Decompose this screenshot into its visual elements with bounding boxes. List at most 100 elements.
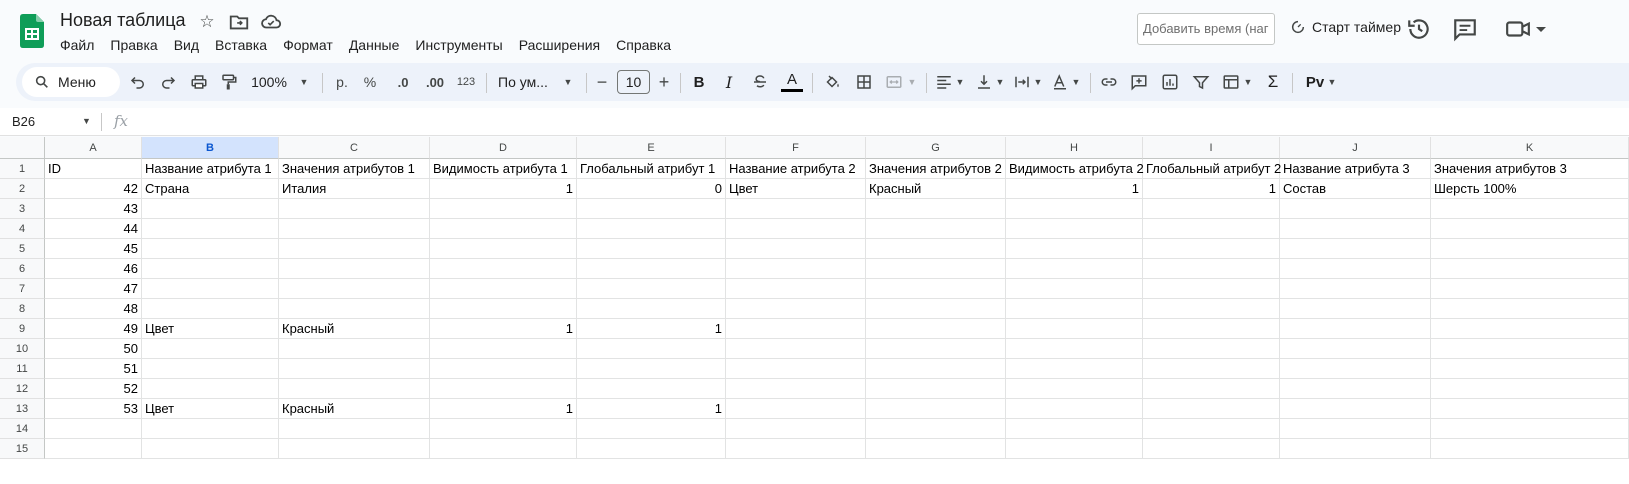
- row-header[interactable]: 10: [0, 339, 45, 359]
- borders-icon[interactable]: [854, 70, 874, 94]
- cell-h4[interactable]: [1006, 219, 1143, 239]
- cell-i11[interactable]: [1143, 359, 1280, 379]
- cell-e12[interactable]: [577, 379, 726, 399]
- cell-h1[interactable]: Видимость атрибута 2: [1006, 159, 1144, 179]
- cloud-status-icon[interactable]: [260, 11, 282, 33]
- column-header-h[interactable]: H: [1006, 137, 1143, 159]
- row-header[interactable]: 3: [0, 199, 45, 219]
- cell-b10[interactable]: [142, 339, 279, 359]
- cell-k1[interactable]: Значения атрибутов 3: [1431, 159, 1629, 179]
- column-header-e[interactable]: E: [577, 137, 726, 159]
- cell-h11[interactable]: [1006, 359, 1143, 379]
- menu-insert[interactable]: Вставка: [215, 37, 275, 53]
- cell-f3[interactable]: [726, 199, 866, 219]
- merge-cells-icon[interactable]: [884, 70, 904, 94]
- cell-e9[interactable]: 1: [577, 319, 726, 339]
- cell-j4[interactable]: [1280, 219, 1431, 239]
- cell-h7[interactable]: [1006, 279, 1143, 299]
- time-input[interactable]: Добавить время (наг: [1137, 13, 1275, 45]
- column-header-g[interactable]: G: [866, 137, 1006, 159]
- menu-extensions[interactable]: Расширения: [519, 37, 608, 53]
- cell-g4[interactable]: [866, 219, 1006, 239]
- cell-d14[interactable]: [430, 419, 577, 439]
- increase-decimal-button[interactable]: .00: [422, 70, 448, 94]
- script-dropdown-icon[interactable]: ▼: [1326, 70, 1338, 94]
- column-header-b[interactable]: B: [142, 137, 279, 159]
- cell-g8[interactable]: [866, 299, 1006, 319]
- cell-b13[interactable]: Цвет: [142, 399, 279, 419]
- cell-d4[interactable]: [430, 219, 577, 239]
- filter-icon[interactable]: [1190, 70, 1212, 94]
- document-title[interactable]: Новая таблица: [60, 10, 186, 31]
- cell-f9[interactable]: [726, 319, 866, 339]
- comments-icon[interactable]: [1452, 16, 1478, 42]
- cell-b2[interactable]: Страна: [142, 179, 279, 199]
- cell-g6[interactable]: [866, 259, 1006, 279]
- spreadsheet-grid[interactable]: A B C D E F G H I J K 1 ID Название атрибута 1 Значени…: [0, 137, 1629, 484]
- cell-f11[interactable]: [726, 359, 866, 379]
- cell-c2[interactable]: Италия: [279, 179, 430, 199]
- cell-a13[interactable]: 53: [45, 399, 142, 419]
- fill-color-icon[interactable]: [822, 70, 842, 94]
- cell-h2[interactable]: 1: [1006, 179, 1143, 199]
- cell-a15[interactable]: [45, 439, 142, 459]
- cell-j9[interactable]: [1280, 319, 1431, 339]
- cell-b1[interactable]: Название атрибута 1: [142, 159, 279, 179]
- text-rotation-icon[interactable]: [1050, 70, 1070, 94]
- italic-button[interactable]: I: [720, 70, 738, 94]
- cell-d15[interactable]: [430, 439, 577, 459]
- zoom-dropdown-icon[interactable]: ▼: [298, 70, 310, 94]
- cell-a2[interactable]: 42: [45, 179, 142, 199]
- rotation-dropdown-icon[interactable]: ▼: [1070, 70, 1082, 94]
- cell-c10[interactable]: [279, 339, 430, 359]
- cell-d1[interactable]: Видимость атрибута 1: [430, 159, 577, 179]
- cell-g3[interactable]: [866, 199, 1006, 219]
- cell-c5[interactable]: [279, 239, 430, 259]
- cell-g12[interactable]: [866, 379, 1006, 399]
- cell-f2[interactable]: Цвет: [726, 179, 866, 199]
- name-box-dropdown-icon[interactable]: ▼: [82, 116, 91, 126]
- cell-k3[interactable]: [1431, 199, 1629, 219]
- cell-a10[interactable]: 50: [45, 339, 142, 359]
- strikethrough-icon[interactable]: [750, 70, 770, 94]
- cell-f5[interactable]: [726, 239, 866, 259]
- cell-i7[interactable]: [1143, 279, 1280, 299]
- cell-j3[interactable]: [1280, 199, 1431, 219]
- cell-i13[interactable]: [1143, 399, 1280, 419]
- cell-c15[interactable]: [279, 439, 430, 459]
- cell-k6[interactable]: [1431, 259, 1629, 279]
- sheets-logo-icon[interactable]: [20, 14, 44, 48]
- cell-b9[interactable]: Цвет: [142, 319, 279, 339]
- currency-format-button[interactable]: р.: [334, 70, 350, 94]
- percent-format-button[interactable]: %: [362, 70, 378, 94]
- cell-k4[interactable]: [1431, 219, 1629, 239]
- star-icon[interactable]: ☆: [196, 11, 218, 33]
- column-header-j[interactable]: J: [1280, 137, 1431, 159]
- cell-j12[interactable]: [1280, 379, 1431, 399]
- cell-a9[interactable]: 49: [45, 319, 142, 339]
- cell-b3[interactable]: [142, 199, 279, 219]
- font-dropdown-icon[interactable]: ▼: [562, 70, 574, 94]
- cell-i2[interactable]: 1: [1143, 179, 1280, 199]
- row-header[interactable]: 14: [0, 419, 45, 439]
- select-all-corner[interactable]: [0, 137, 45, 159]
- cell-k13[interactable]: [1431, 399, 1629, 419]
- font-size-decrease-icon[interactable]: −: [594, 70, 610, 94]
- menu-edit[interactable]: Правка: [110, 37, 165, 53]
- cell-d9[interactable]: 1: [430, 319, 577, 339]
- start-timer-button[interactable]: Старт таймер: [1290, 19, 1401, 35]
- menu-data[interactable]: Данные: [349, 37, 408, 53]
- cell-e2[interactable]: 0: [577, 179, 726, 199]
- vertical-align-icon[interactable]: [974, 70, 994, 94]
- cell-b4[interactable]: [142, 219, 279, 239]
- cell-c1[interactable]: Значения атрибутов 1: [279, 159, 430, 179]
- cell-i1[interactable]: Глобальный атрибут 2: [1143, 159, 1281, 179]
- font-size-input[interactable]: 10: [617, 70, 650, 94]
- cell-e15[interactable]: [577, 439, 726, 459]
- cell-k9[interactable]: [1431, 319, 1629, 339]
- name-box[interactable]: B26: [12, 114, 35, 129]
- cell-d2[interactable]: 1: [430, 179, 577, 199]
- redo-icon[interactable]: [158, 70, 178, 94]
- halign-dropdown-icon[interactable]: ▼: [954, 70, 966, 94]
- cell-g10[interactable]: [866, 339, 1006, 359]
